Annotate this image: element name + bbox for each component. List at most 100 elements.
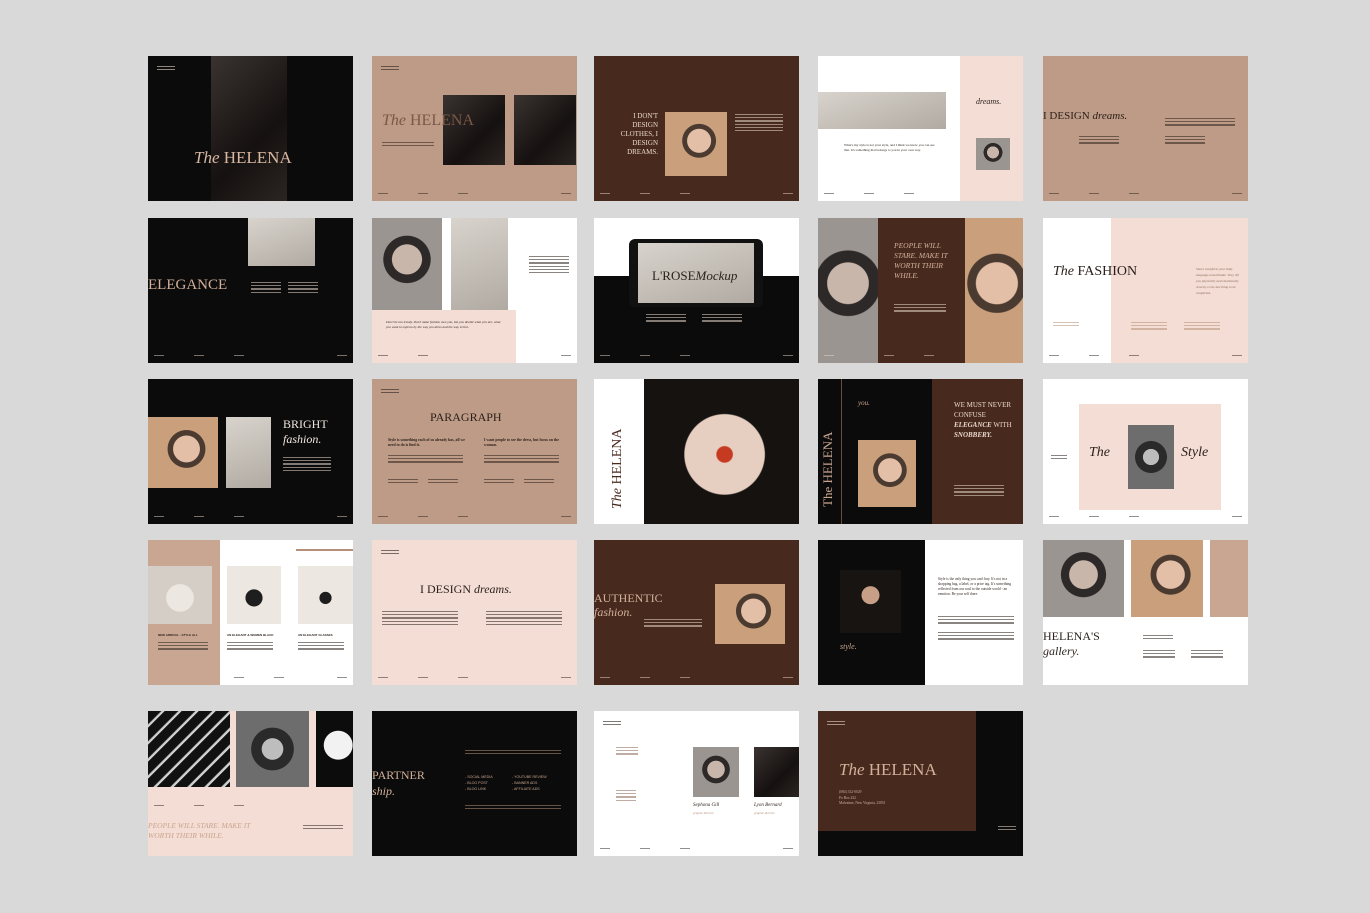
model-photo: [1128, 425, 1174, 489]
product-photo-3: [298, 566, 353, 624]
slide-trendy[interactable]: Don't be too trendy. Don't make fashion …: [372, 218, 577, 363]
slide-the-style[interactable]: The Style: [1043, 379, 1248, 524]
slide-stare[interactable]: PEOPLE WILL STARE. MAKE IT WORTH THEIR W…: [818, 218, 1023, 363]
divider: [841, 379, 842, 524]
section-heading: I DESIGN dreams.: [1043, 110, 1128, 122]
model-photo: [818, 218, 878, 363]
slide-cover[interactable]: The HELENA: [148, 56, 353, 201]
team-role-2: graphic director: [754, 811, 775, 815]
quote-text: Style is the only thing you can't buy. I…: [938, 577, 1012, 596]
slide-hands[interactable]: The HELENA: [594, 379, 799, 524]
pink-panel: [960, 56, 1023, 201]
model-photo: [665, 112, 727, 176]
mockup-title: L'ROSEMockup: [652, 268, 738, 283]
quote-text: What's my style is not your style, and I…: [844, 143, 935, 152]
section-heading: ELEGANCE: [148, 277, 228, 293]
slide-style[interactable]: style. Style is the only thing you can't…: [818, 540, 1023, 685]
team-role-1: graphic director: [693, 811, 714, 815]
product-photo-1: [148, 566, 212, 624]
section-heading: BRIGHT fashion.: [283, 417, 328, 446]
accent-line: [296, 549, 353, 551]
side-text: Shoes transform your body language and a…: [1196, 267, 1239, 295]
vertical-title: The HELENA: [610, 428, 625, 510]
flower-photo: [226, 417, 271, 488]
section-heading: PARTNER ship.: [372, 768, 425, 798]
slide-header: [381, 65, 399, 71]
slide-quote[interactable]: I DON'T DESIGN CLOTHES, I DESIGN DREAMS.: [594, 56, 799, 201]
couple-photo: [443, 95, 505, 165]
slide-stare-2[interactable]: PEOPLE WILL STARE. MAKE IT WORTH THEIR W…: [148, 711, 353, 856]
slide-title: The HELENA: [839, 760, 937, 779]
bw-photo-2: [236, 711, 309, 787]
slide-header: [827, 720, 845, 726]
slide-dreams[interactable]: dreams. What's my style is not your styl…: [818, 56, 1023, 201]
slide-products[interactable]: NEW ARRIVAL - STYLE ALL AN ELEGANT & WOM…: [148, 540, 353, 685]
column-heading-1: Style is something each of us already ha…: [388, 438, 465, 447]
word-right: Style: [1181, 445, 1209, 460]
model-photo: [372, 218, 442, 310]
slide-elegance[interactable]: ELEGANCE: [148, 218, 353, 363]
portrait-photo: [858, 440, 916, 507]
glass-photo: [451, 218, 508, 310]
quote-heading: I DON'T DESIGN CLOTHES, I DESIGN DREAMS.: [620, 112, 658, 156]
gallery-photo-2: [1131, 540, 1203, 617]
contact-info: (084) 332-0029 Po Box 432 Malvaime, New …: [839, 790, 886, 805]
portrait-photo: [976, 138, 1010, 170]
product-label-2: AN ELEGANT & WOMEN BLACK: [227, 633, 274, 637]
product-photo-2: [227, 566, 281, 624]
product-label-3: AN ELEGANT GLASSES: [298, 633, 333, 637]
slide-authentic[interactable]: AUTHENTIC fashion.: [594, 540, 799, 685]
bw-photo-1: [148, 711, 230, 787]
team-name-2: Lyon Bernard: [754, 803, 782, 808]
slide-team[interactable]: Sephona Gill graphic director Lyon Berna…: [594, 711, 799, 856]
model-photo: [248, 218, 315, 266]
hands-photo: [644, 379, 799, 524]
slide-title: The HELENA: [382, 112, 474, 129]
model-photo: [715, 584, 785, 644]
section-heading: HELENA'S gallery.: [1043, 629, 1100, 658]
vertical-title: The HELENA: [820, 431, 835, 507]
bw-photo-3: [316, 711, 353, 787]
slide-mockup[interactable]: L'ROSEMockup: [594, 218, 799, 363]
slide-design-dreams-2[interactable]: I DESIGN dreams.: [372, 540, 577, 685]
slide-header: [381, 388, 399, 394]
slide-title: The HELENA: [194, 148, 292, 167]
model-photo: [148, 417, 218, 488]
team-name-1: Sephona Gill: [693, 803, 720, 808]
portrait-photo: [965, 218, 1023, 363]
tan-block: [1210, 540, 1248, 617]
product-label-1: NEW ARRIVAL - STYLE ALL: [158, 633, 198, 637]
slide-bright[interactable]: BRIGHT fashion.: [148, 379, 353, 524]
slide-fashion[interactable]: The FASHION Shoes transform your body la…: [1043, 218, 1248, 363]
quote-text: Don't be too trendy. Don't make fashion …: [386, 320, 501, 329]
section-heading: AUTHENTIC fashion.: [594, 591, 663, 619]
slide-contact[interactable]: The HELENA (084) 332-0029 Po Box 432 Mal…: [818, 711, 1023, 856]
section-label: you.: [858, 399, 870, 407]
team-photo-2: [754, 747, 799, 797]
shadow-photo: [818, 92, 946, 129]
section-heading: PARAGRAPH: [430, 410, 502, 424]
team-photo-1: [693, 747, 739, 797]
model-photo: [514, 95, 576, 165]
slide-title: The FASHION: [1053, 264, 1138, 279]
model-photo: [211, 56, 287, 201]
slide-design-dreams[interactable]: I DESIGN dreams.: [1043, 56, 1248, 201]
portrait-photo: [840, 570, 901, 633]
section-label: style.: [840, 642, 857, 651]
section-heading: I DESIGN dreams.: [420, 582, 512, 596]
slide-gallery[interactable]: HELENA'S gallery.: [1043, 540, 1248, 685]
gallery-photo-1: [1043, 540, 1124, 617]
quote-heading: PEOPLE WILL STARE. MAKE IT WORTH THEIR W…: [894, 241, 948, 280]
word-left: The: [1089, 445, 1110, 460]
service-list-left: - SOCIAL MEDIA - BLOG POST - BLOG LINK: [465, 775, 493, 791]
section-heading: dreams.: [976, 97, 1002, 106]
slide-snobbery[interactable]: The HELENA you. WE MUST NEVER CONFUSE EL…: [818, 379, 1023, 524]
column-heading-2: I want people to see the dress, but focu…: [484, 438, 559, 447]
slide-header: [603, 720, 621, 726]
slide-intro[interactable]: The HELENA: [372, 56, 577, 201]
slide-header: [157, 65, 175, 71]
slide-header: [381, 549, 399, 555]
service-list-right: - YOUTUBE REVIEW - BANNER ADS - AFFILIAT…: [512, 775, 547, 791]
slide-paragraph[interactable]: PARAGRAPH Style is something each of us …: [372, 379, 577, 524]
slide-partnership[interactable]: PARTNER ship. - SOCIAL MEDIA - BLOG POST…: [372, 711, 577, 856]
